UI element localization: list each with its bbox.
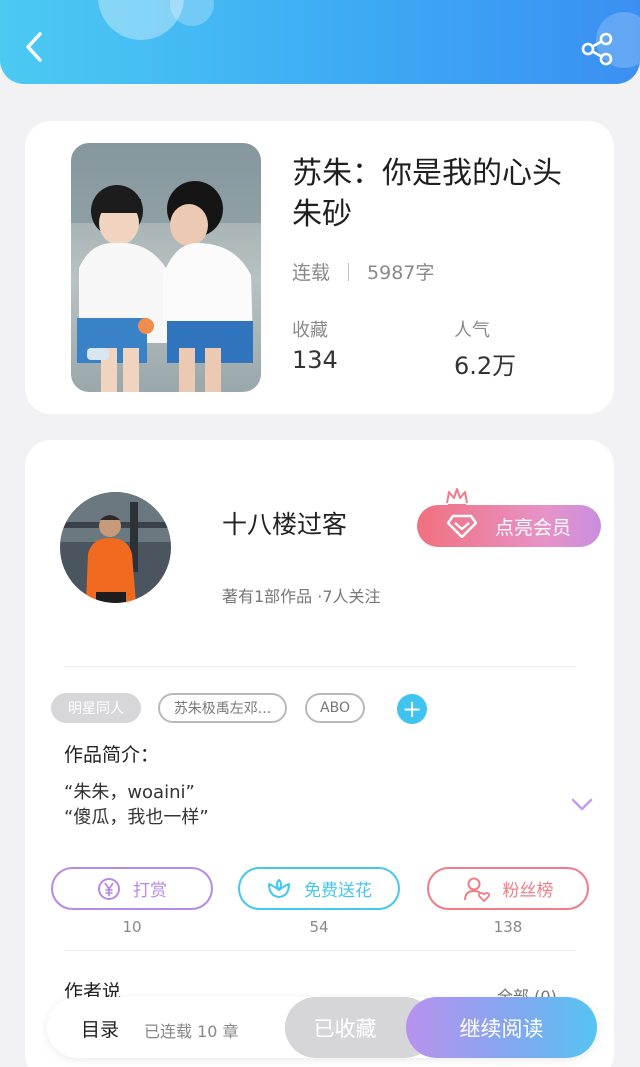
- user-heart-icon: [463, 877, 490, 902]
- fan-ranking-label: 粉丝榜: [502, 881, 554, 901]
- book-detail-page: 苏朱：你是我的心头朱砂 连载 5987字 收藏 134 人气 6.2万 十八楼过…: [0, 0, 640, 1067]
- fan-count: 138: [493, 918, 523, 936]
- book-status-row: 连载 5987字: [292, 258, 434, 285]
- flower-icon: [268, 878, 290, 898]
- continue-reading-button[interactable]: 继续阅读: [406, 997, 597, 1058]
- chevron-left-icon: [26, 32, 42, 62]
- intro-line: “朱朱，woaini”: [64, 782, 195, 803]
- fan-ranking-button[interactable]: 粉丝榜: [427, 867, 589, 910]
- popularity-count: 6.2万: [454, 352, 517, 380]
- header-bubble: [170, 0, 214, 26]
- share-icon: [581, 32, 613, 66]
- collected-label: 已收藏: [313, 1016, 377, 1041]
- status-divider: [348, 262, 350, 281]
- flower-count: 54: [309, 918, 329, 936]
- reward-count: 10: [122, 918, 142, 936]
- tag-chip[interactable]: 苏朱极禹左邓...: [158, 693, 287, 723]
- section-divider: [64, 950, 576, 951]
- activate-vip-button[interactable]: 点亮会员: [417, 505, 601, 547]
- intro-line: “傻瓜，我也一样”: [64, 807, 209, 828]
- word-count: 5987字: [367, 262, 435, 284]
- author-avatar[interactable]: [60, 492, 171, 603]
- book-title: 苏朱：你是我的心头朱砂: [292, 156, 562, 232]
- section-divider: [64, 666, 576, 667]
- reward-label: 打赏: [133, 881, 167, 901]
- back-button[interactable]: [18, 30, 52, 64]
- add-tag-button[interactable]: +: [397, 694, 427, 724]
- share-button[interactable]: [580, 32, 620, 68]
- intro-title: 作品简介：: [64, 744, 160, 766]
- send-flower-label: 免费送花: [304, 881, 372, 901]
- chevron-down-icon[interactable]: [570, 797, 594, 813]
- continue-reading-label: 继续阅读: [459, 1016, 544, 1041]
- book-cover-image[interactable]: [71, 143, 261, 392]
- crown-icon: [446, 488, 468, 506]
- author-name[interactable]: 十八楼过客: [222, 505, 347, 541]
- author-meta: 著有1部作品 ·7人关注: [222, 587, 381, 606]
- bottom-action-bar: 目录 已连载 10 章 已收藏 继续阅读: [47, 997, 597, 1058]
- popularity-label: 人气: [454, 320, 490, 341]
- chapter-count: 已连载 10 章: [144, 1022, 239, 1041]
- send-flower-button[interactable]: 免费送花: [238, 867, 400, 910]
- favorites-label: 收藏: [292, 320, 328, 341]
- reward-button[interactable]: 打赏: [51, 867, 213, 910]
- favorites-count: 134: [292, 346, 338, 374]
- tag-chip[interactable]: 明星同人: [51, 693, 141, 723]
- serial-status: 连载: [292, 262, 331, 284]
- yen-coin-icon: [98, 877, 120, 900]
- tag-chip[interactable]: ABO: [305, 693, 365, 723]
- header-bar: [0, 0, 640, 84]
- vip-button-label: 点亮会员: [494, 516, 571, 539]
- diamond-icon: [446, 514, 477, 538]
- table-of-contents-button[interactable]: 目录: [81, 1015, 119, 1042]
